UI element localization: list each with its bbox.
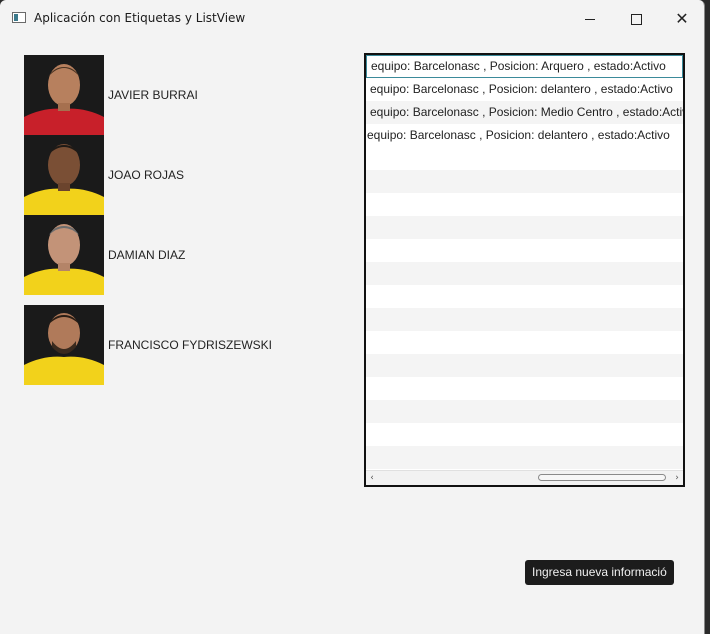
horizontal-scrollbar[interactable]: ‹ › <box>366 470 683 485</box>
minimize-button[interactable] <box>567 0 613 38</box>
empty-row <box>366 239 683 262</box>
list-item[interactable]: equipo: Barcelonasc , Posicion: delanter… <box>366 78 683 101</box>
scrollbar-thumb[interactable] <box>538 474 666 481</box>
empty-row <box>366 308 683 331</box>
empty-row <box>366 354 683 377</box>
empty-row <box>366 331 683 354</box>
empty-row <box>366 170 683 193</box>
empty-row <box>366 216 683 239</box>
close-button[interactable]: ✕ <box>659 0 705 38</box>
scroll-right-arrow-icon[interactable]: › <box>671 471 683 485</box>
scroll-left-arrow-icon[interactable]: ‹ <box>366 471 378 485</box>
player-photo <box>24 55 104 135</box>
app-icon <box>12 12 26 23</box>
empty-row <box>366 377 683 400</box>
app-window: Aplicación con Etiquetas y ListView ✕ JA… <box>0 0 705 634</box>
player-photo <box>24 135 104 215</box>
list-item[interactable]: equipo: Barcelonasc , Posicion: delanter… <box>366 124 683 147</box>
list-item[interactable]: equipo: Barcelonasc , Posicion: Medio Ce… <box>366 101 683 124</box>
minimize-icon <box>585 18 595 20</box>
player-card: FRANCISCO FYDRISZEWSKI <box>24 305 324 385</box>
player-card: JOAO ROJAS <box>24 135 324 215</box>
maximize-button[interactable] <box>613 0 659 38</box>
player-photo <box>24 215 104 295</box>
player-card: DAMIAN DIAZ <box>24 215 324 295</box>
title-bar[interactable]: Aplicación con Etiquetas y ListView ✕ <box>0 0 704 38</box>
player-info-listview[interactable]: equipo: Barcelonasc , Posicion: Arquero … <box>364 53 685 487</box>
empty-row <box>366 285 683 308</box>
empty-row <box>366 193 683 216</box>
empty-row <box>366 262 683 285</box>
empty-row <box>366 446 683 469</box>
window-title: Aplicación con Etiquetas y ListView <box>34 11 246 25</box>
player-name-label: DAMIAN DIAZ <box>108 248 186 262</box>
player-card: JAVIER BURRAI <box>24 55 324 135</box>
maximize-icon <box>630 13 642 25</box>
close-icon: ✕ <box>675 9 689 28</box>
add-info-button[interactable]: Ingresa nueva informació <box>525 560 674 585</box>
list-item[interactable]: equipo: Barcelonasc , Posicion: Arquero … <box>366 55 683 78</box>
empty-row <box>366 423 683 446</box>
player-name-label: JOAO ROJAS <box>108 168 185 182</box>
listview-rows: equipo: Barcelonasc , Posicion: Arquero … <box>366 55 683 471</box>
empty-row <box>366 147 683 170</box>
player-photo <box>24 305 104 385</box>
player-name-label: JAVIER BURRAI <box>108 88 198 102</box>
player-name-label: FRANCISCO FYDRISZEWSKI <box>108 338 273 352</box>
empty-row <box>366 400 683 423</box>
